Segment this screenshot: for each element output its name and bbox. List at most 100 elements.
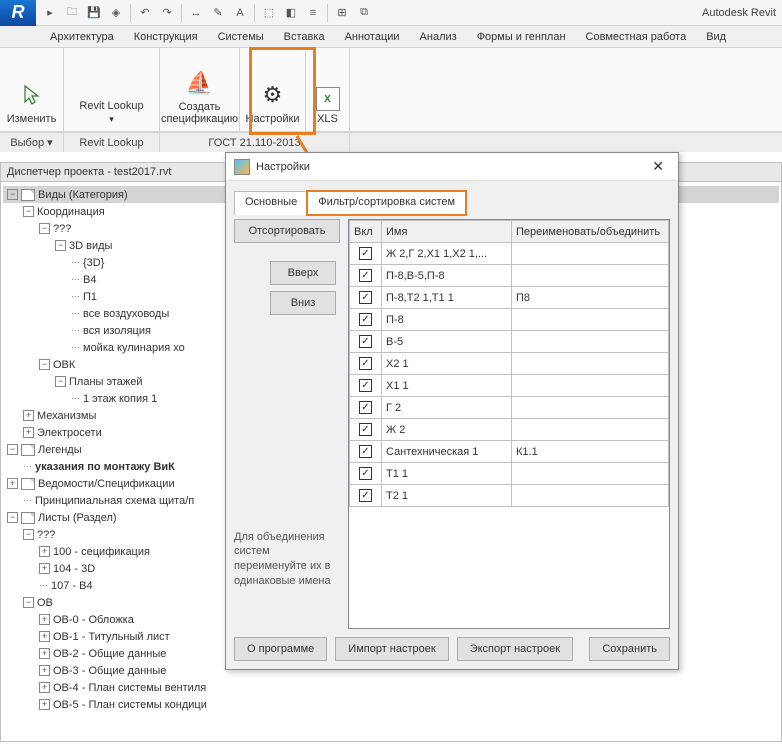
modify-button[interactable]: Изменить (3, 75, 61, 129)
checkbox-icon[interactable]: ✓ (359, 379, 372, 392)
col-enabled[interactable]: Вкл (350, 221, 382, 243)
expand-icon[interactable]: + (7, 478, 18, 489)
checkbox-icon[interactable]: ✓ (359, 313, 372, 326)
revit-lookup-button[interactable]: Revit Lookup ▾ (75, 96, 147, 129)
table-row[interactable]: ✓ Т2 1 (350, 485, 669, 507)
cell-name[interactable]: П-8,Т2 1,Т1 1 (382, 287, 512, 309)
cell-name[interactable]: Х2 1 (382, 353, 512, 375)
save-button[interactable]: Сохранить (589, 637, 670, 661)
cell-enabled[interactable]: ✓ (350, 397, 382, 419)
ribbon-tab[interactable]: Анализ (410, 27, 467, 47)
ribbon-tab[interactable]: Аннотации (335, 27, 410, 47)
expand-icon[interactable]: + (23, 427, 34, 438)
expand-icon[interactable]: + (39, 546, 50, 557)
ribbon-tab[interactable]: Вставка (274, 27, 335, 47)
save-icon[interactable]: 💾 (84, 3, 104, 23)
collapse-icon[interactable]: − (23, 206, 34, 217)
checkbox-icon[interactable]: ✓ (359, 489, 372, 502)
redo-icon[interactable]: ↷ (157, 3, 177, 23)
table-row[interactable]: ✓Г 2 (350, 397, 669, 419)
collapse-icon[interactable]: − (55, 240, 66, 251)
cell-rename[interactable] (512, 375, 669, 397)
table-row[interactable]: ✓ В-5 (350, 331, 669, 353)
about-button[interactable]: О программе (234, 637, 327, 661)
cell-name[interactable]: Ж 2 (382, 419, 512, 441)
cell-name[interactable]: Сантехническая 1 (382, 441, 512, 463)
table-row[interactable]: ✓ П-8,Т2 1,Т1 1П8 (350, 287, 669, 309)
tree-row[interactable]: +ОВ-4 - План системы вентиля (3, 679, 779, 696)
settings-button[interactable]: ⚙ Настройки (242, 75, 304, 129)
ribbon-tab[interactable]: Вид (696, 27, 736, 47)
close-icon[interactable]: ✕ (646, 156, 670, 177)
text-icon[interactable]: A (230, 3, 250, 23)
checkbox-icon[interactable]: ✓ (359, 423, 372, 436)
cell-name[interactable]: П-8,В-5,П-8 (382, 265, 512, 287)
cell-name[interactable]: Т1 1 (382, 463, 512, 485)
ribbon-tab[interactable]: Системы (208, 27, 274, 47)
cell-name[interactable]: Ж 2,Г 2,Х1 1,Х2 1,... (382, 243, 512, 265)
section-icon[interactable]: ◧ (281, 3, 301, 23)
cell-enabled[interactable]: ✓ (350, 441, 382, 463)
expand-icon[interactable]: + (39, 563, 50, 574)
import-settings-button[interactable]: Импорт настроек (335, 637, 448, 661)
export-settings-button[interactable]: Экспорт настроек (457, 637, 573, 661)
cell-name[interactable]: В-5 (382, 331, 512, 353)
tab-general[interactable]: Основные (234, 191, 308, 215)
cell-rename[interactable] (512, 397, 669, 419)
panel-label-select[interactable]: Выбор ▾ (0, 133, 64, 152)
cell-name[interactable]: Т2 1 (382, 485, 512, 507)
tab-filter-sort[interactable]: Фильтр/сортировка систем (307, 191, 466, 215)
table-row[interactable]: ✓Сантехническая 1К1.1 (350, 441, 669, 463)
cell-rename[interactable] (512, 419, 669, 441)
cell-rename[interactable] (512, 353, 669, 375)
down-button[interactable]: Вниз (270, 291, 336, 315)
cell-enabled[interactable]: ✓ (350, 485, 382, 507)
ribbon-tab[interactable]: Совместная работа (576, 27, 697, 47)
cell-enabled[interactable]: ✓ (350, 463, 382, 485)
cell-enabled[interactable]: ✓ (350, 375, 382, 397)
table-row[interactable]: ✓ Т1 1 (350, 463, 669, 485)
collapse-icon[interactable]: − (23, 529, 34, 540)
cell-rename[interactable] (512, 243, 669, 265)
cell-enabled[interactable]: ✓ (350, 265, 382, 287)
col-name[interactable]: Имя (382, 221, 512, 243)
open-folder-icon[interactable]: 🗀 (62, 3, 82, 23)
cell-rename[interactable]: П8 (512, 287, 669, 309)
app-logo[interactable]: R (0, 0, 36, 26)
collapse-icon[interactable]: − (7, 512, 18, 523)
table-row[interactable]: ✓П-8,В-5,П-8 (350, 265, 669, 287)
cell-enabled[interactable]: ✓ (350, 309, 382, 331)
collapse-icon[interactable]: − (7, 444, 18, 455)
table-row[interactable]: ✓ Ж 2 (350, 419, 669, 441)
cell-rename[interactable] (512, 331, 669, 353)
checkbox-icon[interactable]: ✓ (359, 401, 372, 414)
tree-row[interactable]: +ОВ-5 - План системы кондици (3, 696, 779, 713)
table-row[interactable]: ✓ П-8 (350, 309, 669, 331)
expand-icon[interactable]: + (39, 682, 50, 693)
align-icon[interactable]: ✎ (208, 3, 228, 23)
table-row[interactable]: ✓Х1 1 (350, 375, 669, 397)
xls-button[interactable]: X XLS (312, 83, 344, 129)
expand-icon[interactable]: + (39, 665, 50, 676)
collapse-icon[interactable]: − (39, 359, 50, 370)
up-button[interactable]: Вверх (270, 261, 336, 285)
checkbox-icon[interactable]: ✓ (359, 357, 372, 370)
cell-name[interactable]: П-8 (382, 309, 512, 331)
cell-enabled[interactable]: ✓ (350, 243, 382, 265)
ribbon-tab[interactable]: Архитектура (40, 27, 124, 47)
cell-rename[interactable]: К1.1 (512, 441, 669, 463)
checkbox-icon[interactable]: ✓ (359, 335, 372, 348)
cell-enabled[interactable]: ✓ (350, 287, 382, 309)
expand-icon[interactable]: + (39, 631, 50, 642)
undo-icon[interactable]: ↶ (135, 3, 155, 23)
checkbox-icon[interactable]: ✓ (359, 247, 372, 260)
collapse-icon[interactable]: − (55, 376, 66, 387)
checkbox-icon[interactable]: ✓ (359, 291, 372, 304)
col-rename[interactable]: Переименовать/объединить (512, 221, 669, 243)
table-row[interactable]: ✓ Х2 1 (350, 353, 669, 375)
measure-icon[interactable]: ↔ (186, 3, 206, 23)
ribbon-tab[interactable]: Формы и генплан (467, 27, 576, 47)
cell-enabled[interactable]: ✓ (350, 419, 382, 441)
checkbox-icon[interactable]: ✓ (359, 467, 372, 480)
cell-enabled[interactable]: ✓ (350, 353, 382, 375)
